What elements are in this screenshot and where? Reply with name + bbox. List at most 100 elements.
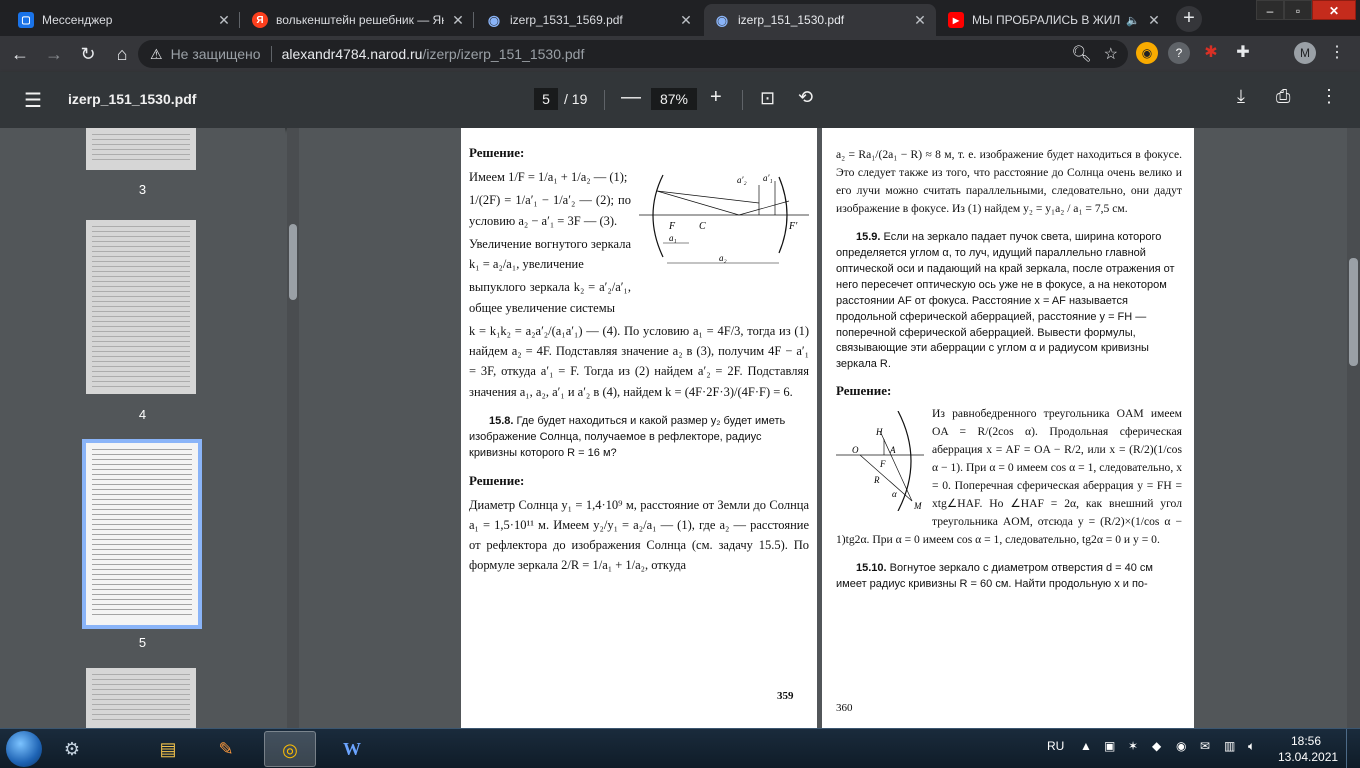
problem-15-8: 15.8. Где будет находиться и какой разме… [469,414,809,462]
language-indicator[interactable]: RU [1047,739,1064,753]
more-options-icon[interactable]: ⋮ [1320,86,1338,107]
browser-toolbar: ← → ↻ ⌂ ⚠ Не защищено alexandr4784.narod… [0,36,1360,72]
sidebar-scrollbar[interactable] [287,128,299,728]
tray-app-icon[interactable]: ✶ [1128,739,1138,753]
volume-icon[interactable]: 🔈︎ [1248,739,1255,754]
text-paragraph: Диаметр Солнца y₁ = 1,4·10⁹ м, расстояни… [469,497,809,573]
label-alpha: α [892,489,897,499]
zoom-in-button[interactable]: + [710,86,722,109]
paint-icon[interactable]: ✎ [200,731,252,767]
thumbnail-content [92,449,192,619]
tab-messenger[interactable]: ▢ Мессенджер ✕ [8,4,240,36]
page-number-input[interactable]: 5 [534,88,558,110]
thumbnail-page-4[interactable] [86,220,196,394]
tab-title: МЫ ПРОБРАЛИСЬ В ЖИЛ [972,13,1121,27]
extension-owl-icon[interactable]: ◉ [1136,42,1158,64]
avatar[interactable]: M [1294,42,1316,64]
tab-separator [473,12,474,28]
close-window-button[interactable]: ✕ [1312,0,1356,20]
tab-title: Мессенджер [42,13,113,27]
zoom-search-icon[interactable]: 🔍︎ [1071,44,1091,64]
document-scroll-thumb[interactable] [1349,258,1358,366]
file-explorer-icon[interactable]: ▤ [142,731,194,767]
label-a1-prime: a′₁ [763,173,773,183]
problem-number: 15.10. [856,562,887,575]
windows-taskbar: ⚙ ▤ ✎ ◎ W RU ▲ ▣ ✶ ◆ ◉ ✉ ▥ 🔈︎ 18:56 13.0… [0,728,1360,768]
mirror-diagram: F C F′ a₁ a₂ a′₁ a′₂ [639,171,809,277]
url-path: /izerp/izerp_151_1530.pdf [422,46,585,62]
thumbnail-label: 4 [138,407,147,422]
new-tab-button[interactable]: + [1176,6,1202,32]
toolbar-divider [742,90,743,110]
maximize-button[interactable]: ▫ [1284,0,1312,20]
fit-page-icon[interactable]: ⊡ [760,88,775,109]
bookmark-star-icon[interactable]: ☆ [1104,44,1118,64]
sidebar-scroll-thumb[interactable] [289,224,297,300]
label-r: R [873,475,880,485]
system-clock[interactable]: 18:56 13.04.2021 [1278,733,1338,765]
minimize-button[interactable]: – [1256,0,1284,20]
close-icon[interactable]: ✕ [450,12,466,28]
tab-pdf-151[interactable]: ◉ izerp_151_1530.pdf ✕ [704,4,936,36]
back-button[interactable]: ← [6,40,34,68]
tray-app-icon[interactable]: ✉ [1200,739,1210,753]
problem-text: Где будет находиться и какой размер y₂ б… [469,414,786,459]
document-scrollbar[interactable] [1347,128,1360,728]
tray-app-icon[interactable]: ◉ [1176,739,1186,753]
download-icon[interactable]: ⤓ [1237,86,1245,107]
label-f-prime: F′ [788,221,798,232]
yandex-icon: Я [252,12,268,28]
ray [738,200,790,216]
problem-text: Если на зеркало падает пучок света, шири… [836,230,1175,371]
warning-icon[interactable]: ⚠ [150,46,163,63]
reload-button[interactable]: ↻ [74,40,102,68]
thumbnail-page-3[interactable] [86,128,196,170]
zoom-level-input[interactable]: 87% [651,88,697,110]
tab-pdf-1531[interactable]: ◉ izerp_1531_1569.pdf ✕ [476,4,702,36]
thumbnail-label: 3 [138,182,147,197]
clock-time: 18:56 [1290,734,1322,748]
text-paragraph: a₂ = Ra₁/(2a₁ − R) ≈ 8 м, т. е. изображе… [836,148,1182,215]
print-icon[interactable]: ⎙ [1276,86,1290,107]
problem-number: 15.9. [856,230,881,243]
close-icon[interactable]: ✕ [1146,12,1162,28]
tray-expand-icon[interactable]: ▲ [1080,739,1092,753]
start-button[interactable] [6,731,42,767]
tab-youtube[interactable]: ▶ МЫ ПРОБРАЛИСЬ В ЖИЛ 🔈 ✕ [938,4,1170,36]
rotate-icon[interactable]: ⟲ [798,87,813,108]
tab-yandex[interactable]: Я волькенштейн решебник — Ян ✕ [242,4,474,36]
security-label[interactable]: Не защищено [171,46,261,62]
steam-icon[interactable]: ⚙ [46,731,98,767]
word-icon[interactable]: W [326,731,378,767]
tray-app-icon[interactable]: ▣ [1104,739,1115,753]
thumbnail-page-6[interactable] [86,668,196,728]
aberration-diagram-svg: H O A F R M α [836,411,924,512]
speaker-icon[interactable]: 🔈 [1126,14,1140,27]
chrome-icon[interactable]: ◎ [264,731,316,767]
concave-mirror [897,411,912,512]
label-c: C [699,221,706,232]
zoom-out-button[interactable]: — [621,86,641,109]
extension-shield-icon[interactable]: ? [1168,42,1190,64]
url-text[interactable]: alexandr4784.narod.ru/izerp/izerp_151_15… [282,46,585,62]
close-icon[interactable]: ✕ [678,12,694,28]
network-icon[interactable]: ▥ [1224,739,1235,753]
close-icon[interactable]: ✕ [216,12,232,28]
radius-line [859,455,913,502]
address-bar[interactable]: ⚠ Не защищено alexandr4784.narod.ru/izer… [138,40,1128,68]
toolbar-divider [604,90,605,110]
text-paragraph: k = k₁k₂ = a₂a′₂/(a₁a′₁) — (4). По услов… [469,323,809,399]
text-paragraph: выпуклого зеркала k₂ = a′₂/a′₁, общее ув… [469,280,631,315]
home-button[interactable]: ⌂ [108,40,136,68]
hamburger-menu-icon[interactable]: ☰ [24,88,42,113]
browser-window: ▢ Мессенджер ✕ Я волькенштейн решебник —… [0,0,1360,768]
close-icon[interactable]: ✕ [912,12,928,28]
tray-app-icon[interactable]: ◆ [1152,739,1161,753]
forward-button[interactable]: → [40,40,68,68]
extension-bug-icon[interactable]: ✱ [1200,42,1222,64]
browser-menu-icon[interactable]: ⋮ [1326,42,1348,64]
thumbnail-page-5[interactable] [82,439,202,629]
tab-title: izerp_1531_1569.pdf [510,13,623,27]
extensions-puzzle-icon[interactable]: ✚ [1232,42,1254,64]
show-desktop-button[interactable] [1346,729,1360,768]
